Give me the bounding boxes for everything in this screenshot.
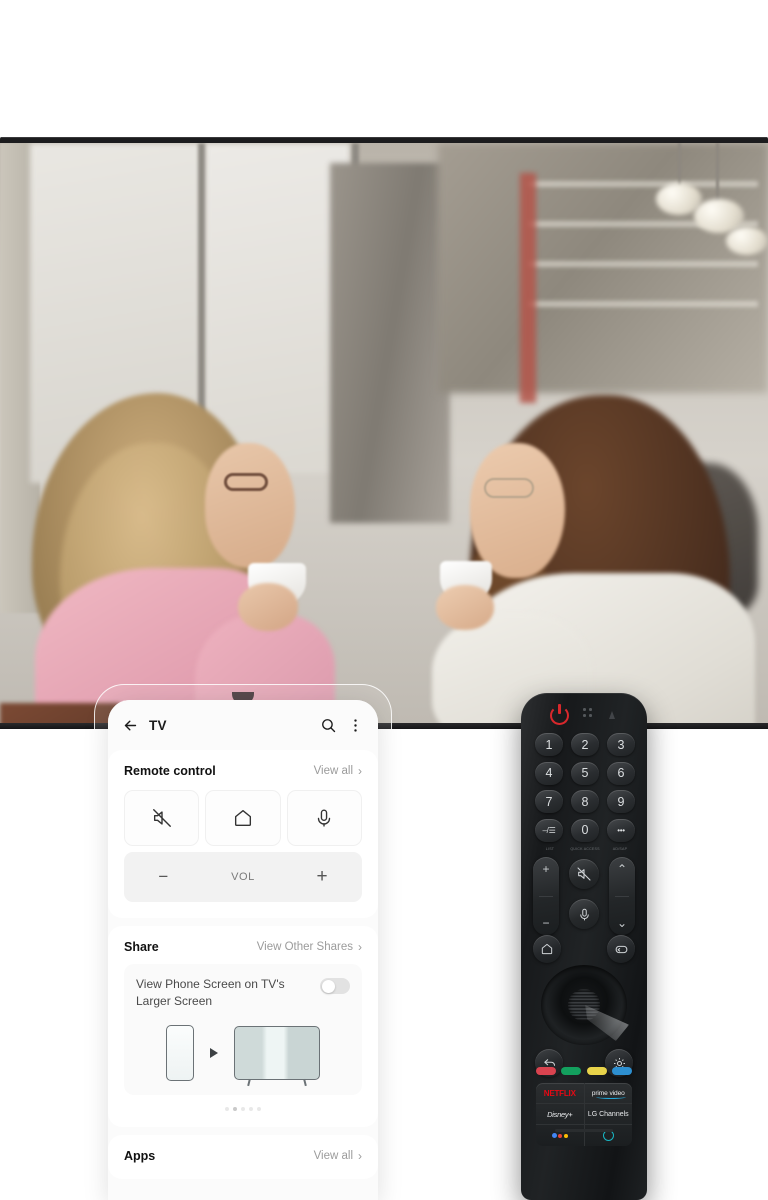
- key-more[interactable]: •••: [607, 818, 635, 842]
- color-button-green[interactable]: [561, 1067, 582, 1075]
- remote-control-card: Remote control View all › − VOL +: [108, 750, 378, 918]
- app-bar: TV: [108, 700, 378, 750]
- home-button[interactable]: [205, 790, 281, 846]
- carousel-page-dots[interactable]: [124, 1106, 362, 1111]
- remote-voice-button[interactable]: [569, 899, 599, 929]
- microphone-icon: [313, 807, 335, 829]
- key-list[interactable]: –/☰: [535, 818, 563, 842]
- key-7[interactable]: 7: [535, 790, 563, 813]
- color-button-red[interactable]: [536, 1067, 556, 1075]
- app-button-lg-channels[interactable]: LG Channels: [585, 1104, 633, 1124]
- remote-control-header: Remote control View all ›: [124, 764, 362, 778]
- remote-quick-buttons: [124, 790, 362, 846]
- remote-app-shortcuts: NETFLIX prime video Disney+ LG Channels: [536, 1083, 632, 1146]
- volume-down[interactable]: −: [542, 916, 549, 930]
- key-2[interactable]: 2: [571, 733, 599, 756]
- page-title: TV: [149, 717, 167, 733]
- tv-device: [0, 137, 768, 729]
- screenshot-root: TV Remote control View all › − VOL + Sha…: [0, 0, 768, 1200]
- voice-button[interactable]: [286, 790, 362, 846]
- chevron-right-icon: ›: [358, 1148, 362, 1163]
- channel-down[interactable]: ⌄: [617, 916, 627, 930]
- key-6[interactable]: 6: [607, 761, 635, 785]
- play-arrow-icon: [210, 1047, 218, 1058]
- apps-card: Apps View all ›: [108, 1134, 378, 1179]
- remote-view-all-link[interactable]: View all ›: [314, 764, 362, 778]
- search-icon[interactable]: [320, 717, 337, 734]
- screen-share-toggle[interactable]: [320, 978, 350, 994]
- remote-low-section: [533, 1049, 635, 1083]
- remote-bottom-strip: [555, 1129, 613, 1132]
- ir-indicator-icon: [609, 711, 615, 719]
- channel-rocker[interactable]: ⌃ ⌄: [609, 857, 635, 935]
- key-0[interactable]: 0: [571, 818, 599, 842]
- volume-label: VOL: [231, 871, 255, 883]
- scroll-wheel-ok[interactable]: [541, 965, 629, 1045]
- color-button-blue[interactable]: [611, 1067, 632, 1075]
- chevron-right-icon: ›: [358, 940, 362, 954]
- home-icon: [232, 807, 254, 829]
- phone-screen: TV Remote control View all › − VOL + Sha…: [108, 700, 378, 1200]
- app-button-prime-video[interactable]: prime video: [585, 1083, 633, 1103]
- remote-mid-section: + − ⌃ ⌄: [533, 857, 635, 963]
- phone-illustration: [166, 1024, 194, 1081]
- tv-screen: [0, 143, 768, 723]
- key-more-sublabel: AD/SAP: [612, 847, 628, 851]
- view-other-shares-label: View Other Shares: [256, 941, 353, 953]
- volume-up[interactable]: +: [542, 862, 549, 876]
- plus-icon: +: [316, 866, 329, 887]
- remote-color-buttons: [536, 1067, 632, 1075]
- view-other-shares-link[interactable]: View Other Shares ›: [257, 940, 362, 954]
- tv-remote-control: 1 2 3 4 5 6 7 8 9 –/☰ 0 ••• LIST QUICK A…: [521, 693, 647, 1200]
- volume-control: − VOL +: [124, 852, 362, 902]
- screen-mirror-illustration: [136, 1024, 350, 1087]
- apps-view-all-label: View all: [313, 1149, 353, 1162]
- remote-view-all-label: View all: [313, 765, 353, 777]
- minus-icon: −: [158, 867, 169, 886]
- apps-header: Apps View all ›: [124, 1149, 362, 1163]
- volume-rocker[interactable]: + −: [533, 857, 559, 935]
- share-card: Share View Other Shares › View Phone Scr…: [108, 926, 378, 1127]
- app-button-netflix[interactable]: NETFLIX: [536, 1083, 585, 1103]
- remote-keypad: 1 2 3 4 5 6 7 8 9 –/☰ 0 ••• LIST QUICK A…: [535, 733, 635, 855]
- tv-illustration: [234, 1025, 320, 1080]
- tv-scene-photo: [0, 143, 768, 723]
- power-icon[interactable]: [550, 704, 569, 725]
- key-3[interactable]: 3: [607, 733, 635, 756]
- google-assistant-icon: [551, 1133, 568, 1138]
- key-1[interactable]: 1: [535, 733, 563, 756]
- key-9[interactable]: 9: [607, 790, 635, 813]
- arrow-left-icon[interactable]: [122, 717, 139, 734]
- remote-mute-button[interactable]: [569, 859, 599, 889]
- mute-icon: [576, 866, 592, 882]
- share-item-title: View Phone Screen on TV's Larger Screen: [136, 977, 285, 1009]
- volume-down-button[interactable]: −: [124, 867, 203, 887]
- key-8[interactable]: 8: [571, 790, 599, 813]
- app-button-disney-plus[interactable]: Disney+: [536, 1104, 585, 1124]
- chevron-right-icon: ›: [358, 764, 362, 778]
- remote-control-title: Remote control: [124, 764, 216, 778]
- share-item[interactable]: View Phone Screen on TV's Larger Screen: [124, 964, 362, 1095]
- remote-input-button[interactable]: [607, 935, 635, 963]
- remote-top-row: [527, 703, 641, 729]
- key-5[interactable]: 5: [571, 761, 599, 785]
- key-0-sublabel: QUICK ACCESS: [570, 847, 600, 851]
- input-source-icon: [614, 942, 629, 957]
- volume-up-button[interactable]: +: [283, 866, 362, 888]
- apps-title: Apps: [124, 1148, 156, 1163]
- apps-view-all-link[interactable]: View all ›: [314, 1149, 362, 1163]
- microphone-icon: [577, 907, 592, 922]
- color-button-yellow[interactable]: [586, 1067, 607, 1075]
- remote-key-sublabels: LIST QUICK ACCESS AD/SAP: [535, 847, 635, 851]
- share-header: Share View Other Shares ›: [124, 940, 362, 954]
- share-title: Share: [124, 940, 159, 954]
- more-vertical-icon[interactable]: [347, 717, 364, 734]
- key-list-sublabel: LIST: [545, 847, 555, 851]
- mute-button[interactable]: [124, 790, 200, 846]
- remote-home-button[interactable]: [533, 935, 561, 963]
- home-icon: [540, 942, 554, 956]
- mute-icon: [151, 807, 173, 829]
- key-4[interactable]: 4: [535, 761, 563, 785]
- channel-up[interactable]: ⌃: [617, 862, 627, 876]
